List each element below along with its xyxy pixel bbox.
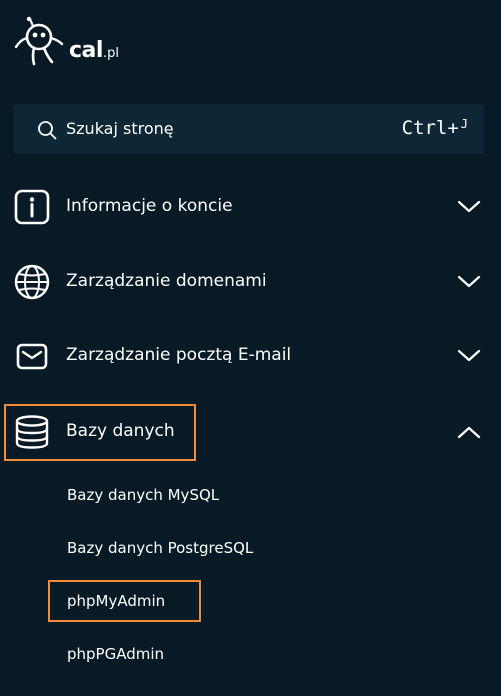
nav-item-account-info[interactable]: Informacje o koncie	[0, 184, 501, 230]
nav-item-label: Zarządzanie pocztą E-mail	[66, 345, 292, 365]
submenu-item-phpmyadmin[interactable]: phpMyAdmin	[67, 592, 165, 610]
globe-icon	[14, 264, 50, 300]
mail-icon	[16, 343, 48, 370]
cal-pl-logo[interactable]: cal.pl	[14, 16, 124, 68]
nav-item-label: Bazy danych	[66, 421, 175, 441]
search-shortcut-modifier: Ctrl+	[401, 117, 459, 139]
search-shortcut-key: J	[460, 117, 468, 131]
logo-wordmark: cal.pl	[69, 38, 119, 63]
database-icon	[15, 415, 49, 449]
submenu-item-mysql[interactable]: Bazy danych MySQL	[67, 486, 219, 504]
nav-item-databases[interactable]: Bazy danych	[0, 409, 501, 455]
logo-tld: .pl	[102, 46, 119, 61]
search-label: Szukaj stronę	[66, 119, 174, 138]
chevron-down-icon	[457, 349, 481, 362]
search-icon	[38, 121, 57, 140]
nav-item-label: Informacje o koncie	[66, 196, 233, 216]
info-icon	[14, 189, 50, 225]
chevron-down-icon	[457, 200, 481, 213]
chevron-up-icon	[457, 426, 481, 439]
mascot-logo-icon	[14, 16, 64, 66]
nav-item-label: Zarządzanie domenami	[66, 271, 267, 291]
submenu-item-phppgadmin[interactable]: phpPGAdmin	[67, 645, 164, 663]
search-shortcut: Ctrl+ J	[402, 117, 468, 139]
nav-item-email[interactable]: Zarządzanie pocztą E-mail	[0, 333, 501, 379]
logo-brand: cal	[69, 38, 103, 63]
chevron-down-icon	[457, 275, 481, 288]
nav-item-domains[interactable]: Zarządzanie domenami	[0, 259, 501, 305]
submenu-item-postgresql[interactable]: Bazy danych PostgreSQL	[67, 539, 253, 557]
search-bar[interactable]: Szukaj stronę Ctrl+ J	[14, 104, 484, 154]
